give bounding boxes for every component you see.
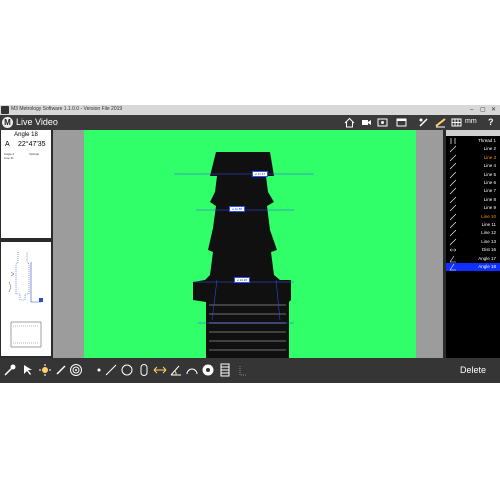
spot-tool-icon[interactable] <box>201 363 215 377</box>
feature-list-item[interactable]: Line 3 <box>446 154 500 162</box>
feature-label: Line 9 <box>483 205 496 211</box>
line-icon <box>449 238 457 246</box>
feature-label: Line 5 <box>483 171 496 177</box>
feature-list-item[interactable]: Angle 18 <box>446 263 500 271</box>
dimension-text: ⌀ 12.55 <box>232 207 243 211</box>
line-icon <box>449 204 457 212</box>
feature-label: Line 11 <box>481 222 496 227</box>
line-icon <box>449 196 457 204</box>
dimension-label[interactable]: ⌀ 10.26 <box>234 277 251 283</box>
feature-list-item[interactable]: Line 13 <box>446 238 500 246</box>
dimension-text: ⌀ 17.47 <box>255 172 266 176</box>
home-icon[interactable] <box>344 117 355 128</box>
measurement-readout: Angle 18 A 22°47'35 Angle 2 Line 11 Vert… <box>1 130 51 238</box>
feature-list-item[interactable]: Line 4 <box>446 162 500 170</box>
circle-tool-icon[interactable] <box>120 363 134 377</box>
feature-label: Line 13 <box>481 238 496 244</box>
feature-list-item[interactable]: Line 5 <box>446 171 500 179</box>
readout-ref-2: Line 11 <box>4 156 14 160</box>
line-icon <box>449 187 457 195</box>
feature-list-item[interactable]: Thread 1 <box>446 137 500 145</box>
dimension-label[interactable]: ⌀ 17.47 <box>252 171 269 177</box>
line-icon <box>449 154 457 162</box>
feature-list-item[interactable]: Line 10 <box>446 213 500 221</box>
line-icon <box>449 229 457 237</box>
feature-label: Line 4 <box>483 163 496 169</box>
line-icon <box>449 213 457 221</box>
dimension-text: ⌀ 10.26 <box>237 278 248 282</box>
delete-button[interactable]: Delete <box>453 363 493 377</box>
feature-list-item[interactable]: Line 12 <box>446 229 500 237</box>
thread-icon <box>449 137 457 145</box>
feature-list-item[interactable]: Line 6 <box>446 179 500 187</box>
live-video-view[interactable]: ⌀ 17.47 ⌀ 12.55 ⌀ 10.26 <box>84 130 416 358</box>
feature-label: Line 8 <box>483 196 496 202</box>
window-title: M3 Metrology Software 1.1.0.0 - Version … <box>11 106 123 112</box>
feature-label: Line 12 <box>481 230 496 236</box>
title-bar: M3 Metrology Software 1.1.0.0 - Version … <box>0 105 500 115</box>
close-button[interactable]: ✕ <box>491 106 496 114</box>
readout-title: Angle 18 <box>14 132 38 138</box>
feature-label: Dist 16 <box>481 247 496 253</box>
line-icon <box>449 145 457 153</box>
feature-list-item[interactable]: Line 8 <box>446 196 500 204</box>
dimension-label[interactable]: ⌀ 12.55 <box>229 206 246 212</box>
line-icon <box>449 221 457 229</box>
image-capture-icon[interactable] <box>377 117 388 128</box>
line-tool-icon[interactable] <box>104 363 118 377</box>
cursor-icon[interactable] <box>21 363 35 377</box>
thread-tool-icon[interactable] <box>218 363 232 377</box>
feature-list-item[interactable]: Line 11 <box>446 221 500 229</box>
distance-icon <box>449 246 457 254</box>
arc-tool-icon[interactable] <box>185 363 199 377</box>
feature-list: Thread 1 Line 2 Line 3 Line 4 Line 5 Line 6 Li… <box>446 130 500 358</box>
feature-list-item[interactable]: Dist 16 <box>446 246 500 254</box>
readout-ref-3: Vertical <box>29 152 39 156</box>
feature-list-item[interactable]: Angle 17 <box>446 255 500 263</box>
feature-label: Line 3 <box>483 154 496 160</box>
feature-list-item[interactable]: Line 2 <box>446 145 500 153</box>
window-icon[interactable] <box>396 117 407 128</box>
angle-tool-icon[interactable] <box>169 363 183 377</box>
readout-letter: A <box>5 141 10 148</box>
angle-icon <box>449 255 457 263</box>
line-icon <box>449 179 457 187</box>
angle-icon <box>449 263 457 271</box>
minimize-button[interactable]: – <box>470 106 473 114</box>
feature-label: Line 2 <box>483 146 496 152</box>
more-tools-icon[interactable] <box>236 363 250 377</box>
mode-title: Live Video <box>16 117 58 127</box>
feature-list-item[interactable]: Line 9 <box>446 204 500 212</box>
feature-label: Angle 18 <box>478 264 496 269</box>
readout-value: 22°47'35 <box>18 141 46 148</box>
unit-toggle[interactable]: mm <box>465 118 477 125</box>
grid-icon[interactable] <box>451 117 462 128</box>
measure-tool-icon[interactable] <box>418 117 429 128</box>
part-preview[interactable] <box>1 242 51 356</box>
light-icon[interactable] <box>38 363 52 377</box>
feature-list-item[interactable]: Line 7 <box>446 187 500 195</box>
probe-icon[interactable] <box>3 363 17 377</box>
part-silhouette <box>174 152 314 358</box>
feature-label: Thread 1 <box>477 138 496 143</box>
feature-list-header <box>446 130 500 136</box>
line-icon <box>449 171 457 179</box>
slot-tool-icon[interactable] <box>137 363 151 377</box>
target-icon[interactable] <box>69 363 83 377</box>
edge-detect-icon[interactable] <box>435 117 446 128</box>
help-button[interactable]: ? <box>488 117 494 127</box>
pen-icon[interactable] <box>54 363 68 377</box>
distance-tool-icon[interactable] <box>153 363 167 377</box>
feature-label: Line 7 <box>483 188 496 194</box>
top-toolbar: M Live Video mm ? <box>0 115 500 130</box>
m3-logo-button[interactable]: M <box>2 117 13 128</box>
feature-label: Line 10 <box>481 213 496 219</box>
feature-label: Angle 17 <box>478 255 496 261</box>
video-camera-icon[interactable] <box>361 117 372 128</box>
maximize-button[interactable]: ▢ <box>480 106 486 114</box>
app-logo-icon <box>1 106 9 114</box>
feature-label: Line 6 <box>483 180 496 185</box>
line-icon <box>449 162 457 170</box>
